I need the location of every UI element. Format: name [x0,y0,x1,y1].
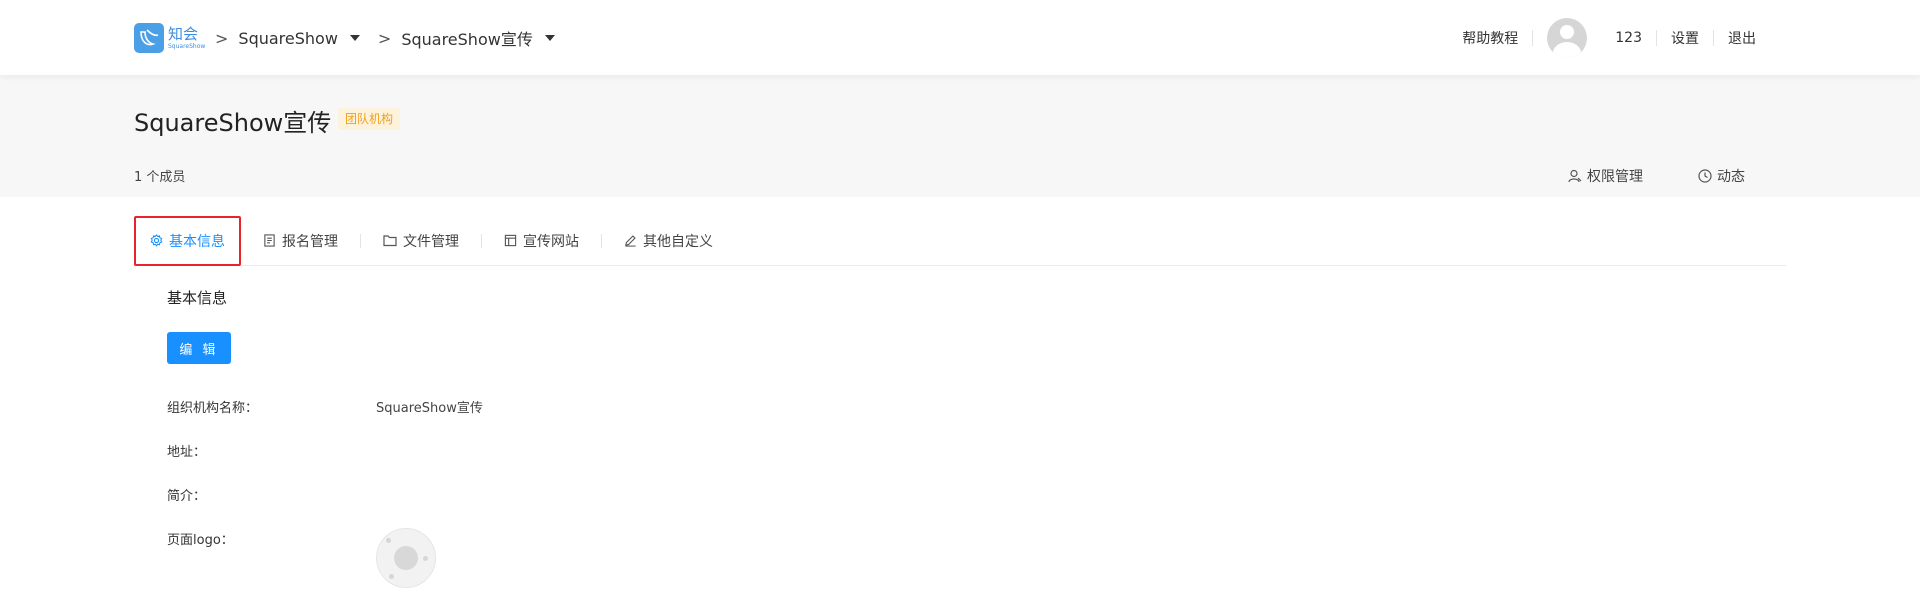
field-label-org-name: 组织机构名称： [167,401,259,416]
tab-files[interactable]: 文件管理 [361,229,481,253]
gear-icon [150,234,163,247]
clock-icon [1698,169,1712,183]
form-icon [264,234,275,247]
pencil-icon [625,235,636,247]
breadcrumb: > SquareShow > SquareShow宣传 [215,26,573,50]
breadcrumb-label: SquareShow宣传 [401,30,533,49]
tab-label: 文件管理 [403,233,459,250]
breadcrumb-label: SquareShow [238,28,338,48]
section-title: 基本信息 [167,289,228,307]
help-link[interactable]: 帮助教程 [1448,28,1532,48]
tab-custom[interactable]: 其他自定义 [602,229,735,253]
field-value-org-name: SquareShow宣传 [376,401,483,416]
field-label-intro: 简介： [167,489,207,504]
divider [1532,30,1534,46]
logo-placeholder-icon [376,528,436,588]
tab-label: 其他自定义 [643,233,713,250]
tab-label: 宣传网站 [523,233,579,250]
activity-label: 动态 [1717,169,1745,185]
logo-name-cn: 知会 [168,24,199,43]
user-menu: 帮助教程 123 设置 退出 [1448,18,1770,58]
folder-icon [383,235,397,247]
tab-bar: 基本信息 报名管理 文件管理 宣传网站 其他自定义 [134,215,1786,266]
tab-label: 报名管理 [282,233,338,250]
tab-basic-info[interactable]: 基本信息 [134,215,241,266]
breadcrumb-separator-icon: > [377,28,392,48]
breadcrumb-item-org[interactable]: SquareShow宣传 [401,26,555,50]
caret-down-icon [544,35,555,41]
tab-label: 基本信息 [169,233,225,250]
field-label-address: 地址： [167,445,207,460]
top-navbar: 知会 SquareShow > SquareShow > SquareShow宣… [0,0,1920,75]
caret-down-icon [349,35,360,41]
logout-link[interactable]: 退出 [1714,28,1770,48]
app-logo[interactable]: 知会 SquareShow [134,23,205,53]
logo-mark-icon [134,23,164,53]
activity-button[interactable]: 动态 [1698,166,1745,186]
page-title: SquareShow宣传 [134,109,332,137]
permissions-label: 权限管理 [1587,169,1643,185]
tab-website[interactable]: 宣传网站 [482,229,601,253]
logo-name-en: SquareShow [168,42,206,50]
layout-icon [504,234,517,247]
avatar[interactable] [1547,18,1588,58]
member-count[interactable]: 1 个成员 [134,166,185,185]
permissions-button[interactable]: 权限管理 [1568,166,1643,186]
org-type-badge: 团队机构 [338,108,401,130]
edit-button[interactable]: 编 辑 [167,332,231,364]
settings-link[interactable]: 设置 [1657,28,1713,48]
breadcrumb-item-workspace[interactable]: SquareShow [238,29,360,48]
field-label-logo: 页面logo： [167,533,234,548]
tab-registration[interactable]: 报名管理 [241,229,360,253]
header-actions: 权限管理 动态 [1513,166,1745,186]
username[interactable]: 123 [1601,30,1656,46]
user-permission-icon [1568,169,1582,183]
breadcrumb-separator-icon: > [215,28,229,48]
